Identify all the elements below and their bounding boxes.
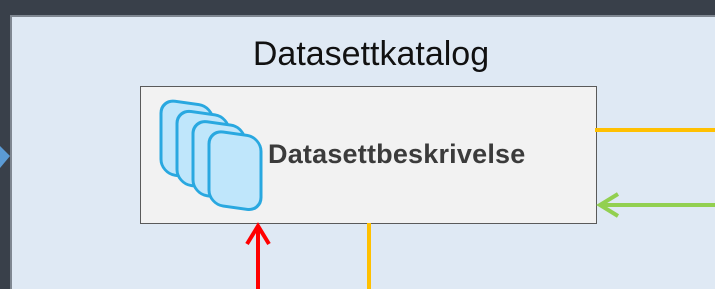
connector-lines	[245, 128, 715, 289]
